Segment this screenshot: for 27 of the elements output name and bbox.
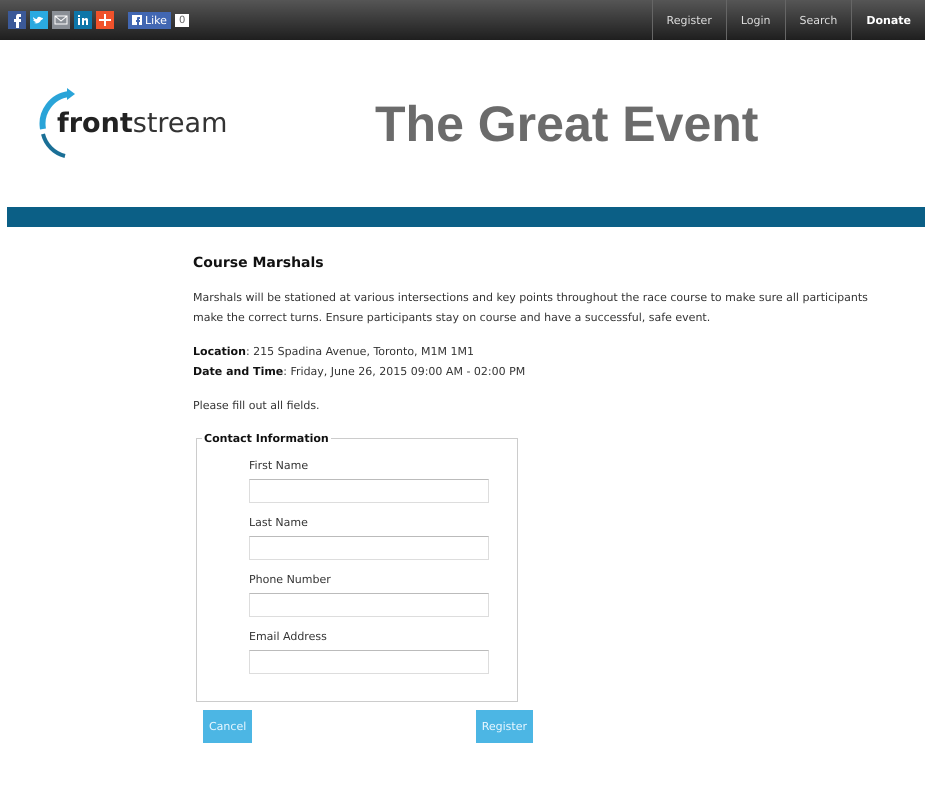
fieldset-legend: Contact Information [202, 432, 331, 445]
like-count: 0 [174, 14, 190, 26]
facebook-icon [132, 15, 142, 25]
nav-link[interactable]: Login [726, 0, 785, 40]
field-label: First Name [249, 459, 310, 472]
nav-link[interactable]: Register [652, 0, 726, 40]
field-label: Email Address [249, 630, 328, 643]
logo-text: frontstream [57, 108, 228, 139]
input-field[interactable] [249, 650, 489, 674]
input-field[interactable] [249, 593, 489, 617]
share-plus-icon[interactable] [96, 11, 114, 29]
email-icon[interactable] [52, 11, 70, 29]
input-field[interactable] [249, 479, 489, 503]
instruction-text: Please fill out all fields. [193, 398, 321, 414]
event-title: The Great Event [375, 94, 758, 152]
like-button[interactable]: Like [128, 12, 171, 28]
field-label: Last Name [249, 516, 309, 529]
section-heading: Course Marshals [193, 255, 325, 271]
nav-link[interactable]: Search [784, 0, 852, 40]
detail-text: Date and Time: Friday, June 26, 2015 09:00 AM - 02:00 PM [193, 364, 526, 380]
nav-link[interactable]: Donate [851, 0, 925, 40]
description-text: Marshals will be stationed at various intersections and key points throughout the race course to make sure all participants make the correct turns. Ensure participants stay on course and have a successful, safe event. [193, 290, 869, 326]
input-field[interactable] [249, 536, 489, 560]
linkedin-icon[interactable] [74, 11, 92, 29]
field-label: Phone Number [249, 573, 332, 586]
facebook-icon[interactable] [8, 11, 26, 29]
detail-text: Location: 215 Spadina Avenue, Toronto, M1M 1M1 [193, 344, 476, 360]
